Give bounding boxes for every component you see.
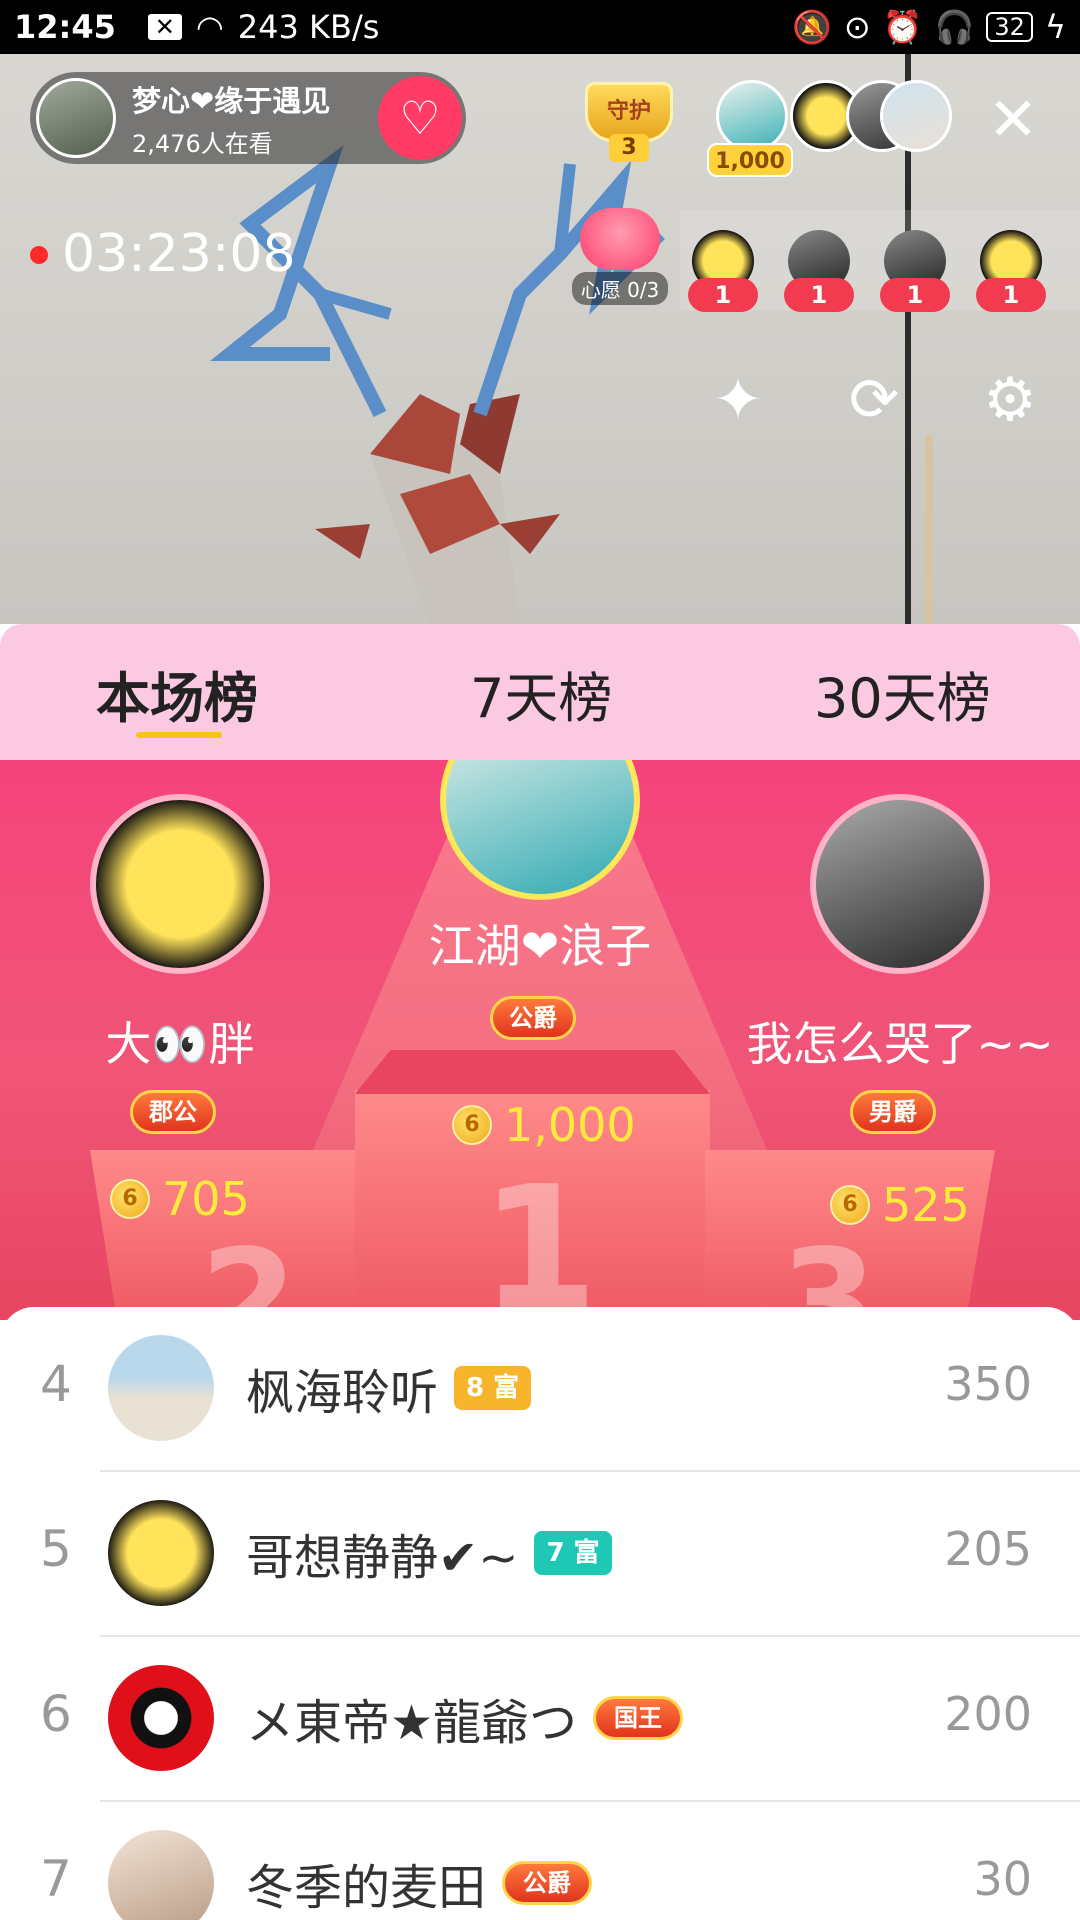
avatar[interactable] [108, 1500, 214, 1606]
rank-number: 5 [40, 1520, 72, 1578]
tab-7-days[interactable]: 7天榜 [470, 654, 612, 733]
score: 350 [944, 1357, 1032, 1411]
score: 200 [944, 1687, 1032, 1741]
lock-rotation-icon: ⊙ [843, 8, 871, 46]
rank-number: 6 [40, 1685, 72, 1743]
status-time: 12:45 [14, 8, 116, 46]
top-coins-badge: 1,000 [707, 143, 793, 177]
wish-heart-icon [580, 208, 660, 270]
status-bar: 12:45 ✕ ◠ 243 KB/s 🔕 ⊙ ⏰ 🎧 32 ϟ [0, 0, 1080, 54]
tab-current-session[interactable]: 本场榜 [96, 654, 258, 733]
third-place-title-badge: 男爵 [850, 1090, 936, 1134]
title-badge: 公爵 [502, 1861, 593, 1905]
viewer-count: 2,476人在看 [132, 129, 273, 158]
second-place-avatar[interactable] [90, 794, 270, 974]
score: 30 [973, 1852, 1032, 1906]
close-icon[interactable]: ✕ [985, 90, 1041, 150]
first-place-name: 江湖❤浪子 [428, 919, 652, 973]
third-place-avatar[interactable] [810, 794, 990, 974]
ranking-tabs: 本场榜 7天榜 30天榜 [0, 624, 1080, 760]
user-name: 哥想静静✔~ [246, 1530, 519, 1586]
charging-icon: ϟ [1044, 8, 1066, 46]
third-place-score: 6 525 [830, 1178, 970, 1232]
avatar[interactable] [108, 1335, 214, 1441]
rank-number: 7 [40, 1850, 72, 1908]
coin-icon: 6 [830, 1185, 870, 1225]
list-item[interactable]: 5 哥想静静✔~ 7 富 205 [0, 1472, 1080, 1637]
guard-count: 3 [609, 134, 649, 162]
headphones-icon: 🎧 [934, 8, 975, 46]
active-tab-indicator [136, 732, 222, 738]
host-name: 梦心❤缘于遇见 [132, 83, 331, 118]
user-name: 枫海聆听 [246, 1365, 439, 1421]
wish-button[interactable]: 心愿 0/3 [572, 208, 668, 305]
guard-label: 守护 [585, 82, 673, 142]
title-badge: 国王 [593, 1696, 684, 1740]
beauty-wand-icon[interactable]: ✦ [698, 360, 778, 440]
battery-icon: 32 [986, 12, 1033, 42]
mute-icon: 🔕 [792, 8, 832, 46]
settings-gear-icon[interactable]: ⚙ [970, 360, 1050, 440]
wifi-icon: ◠ [195, 8, 224, 46]
rank-number-3: 3 [780, 1220, 878, 1320]
podium-top-1 [355, 1050, 710, 1094]
ranking-list: 4 枫海聆听 8 富 350 5 哥想静静✔~ 7 富 205 6 メ東帝★龍爺… [0, 1307, 1080, 1920]
avatar[interactable] [108, 1830, 214, 1920]
list-item[interactable]: 7 冬季的麦田 公爵 30 [0, 1802, 1080, 1920]
viewer-avatar[interactable] [880, 80, 952, 152]
viewer-avatar[interactable] [716, 80, 788, 152]
podium: 1 2 3 江湖❤浪子 公爵 6 1,000 大👀胖 郡公 6 705 我怎么哭… [0, 760, 1080, 1320]
network-speed: 243 KB/s [237, 8, 380, 46]
user-name: 冬季的麦田 [246, 1860, 487, 1916]
second-place-name: 大👀胖 [105, 1017, 255, 1071]
gift-count: 1 [688, 278, 758, 312]
second-place-score: 6 705 [110, 1172, 250, 1226]
user-name: メ東帝★龍爺つ [246, 1695, 578, 1751]
recording-dot [30, 246, 48, 264]
follow-heart-button[interactable]: ♡ [378, 76, 462, 160]
rank-number-1: 1 [480, 1150, 599, 1320]
rank-number: 4 [40, 1355, 72, 1413]
rank-number-2: 2 [200, 1220, 298, 1320]
gift-count: 1 [784, 278, 854, 312]
wish-label: 心愿 0/3 [572, 272, 668, 305]
host-info[interactable]: 梦心❤缘于遇见 2,476人在看 ♡ [30, 72, 466, 164]
list-item[interactable]: 6 メ東帝★龍爺つ 国王 200 [0, 1637, 1080, 1802]
coin-icon: 6 [110, 1179, 150, 1219]
list-item[interactable]: 4 枫海聆听 8 富 350 [0, 1307, 1080, 1472]
camera-switch-icon[interactable]: ⟳ [834, 360, 914, 440]
live-timer: 03:23:08 [62, 224, 296, 284]
notification-icon: ✕ [147, 14, 182, 40]
first-place-score: 6 1,000 [452, 1098, 636, 1152]
second-place-title-badge: 郡公 [130, 1090, 216, 1134]
alarm-icon: ⏰ [882, 8, 923, 46]
wealth-level-badge: 8 富 [454, 1366, 532, 1410]
first-place-title-badge: 公爵 [490, 996, 576, 1040]
tab-30-days[interactable]: 30天榜 [814, 654, 991, 733]
coin-icon: 6 [452, 1105, 492, 1145]
third-place-name: 我怎么哭了~~ [746, 1017, 1054, 1071]
host-avatar[interactable] [36, 78, 116, 158]
guard-badge[interactable]: 守护 3 [585, 82, 673, 166]
cable-wrap [925, 434, 933, 624]
gift-count: 1 [880, 278, 950, 312]
gift-count: 1 [976, 278, 1046, 312]
wealth-level-badge: 7 富 [534, 1531, 612, 1575]
score: 205 [944, 1522, 1032, 1576]
avatar[interactable] [108, 1665, 214, 1771]
